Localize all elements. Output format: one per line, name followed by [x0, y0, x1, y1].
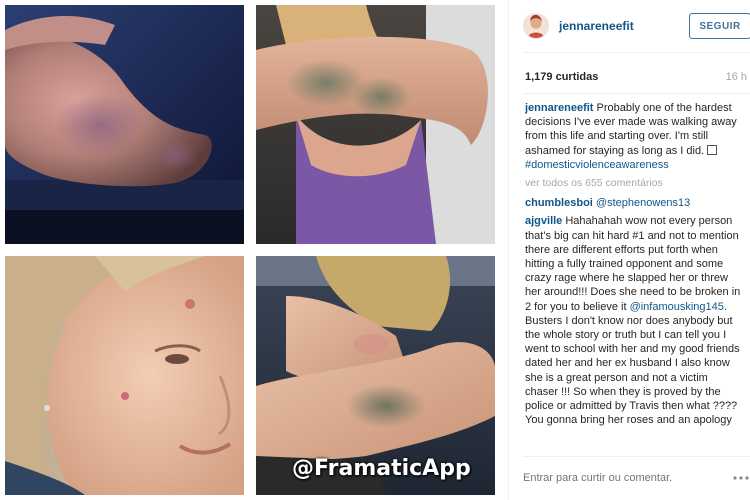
- post-age[interactable]: 16 h: [726, 71, 747, 83]
- post-caption: jennareneefit Probably one of the hardes…: [525, 101, 741, 172]
- framaticapp-watermark: @FramaticApp: [292, 456, 471, 481]
- more-horizontal-icon[interactable]: [731, 471, 750, 485]
- comment-mention-link[interactable]: @stephenowens13: [596, 197, 690, 209]
- comment-text: . Busters I don't know nor does anybody …: [525, 300, 740, 427]
- view-all-comments-link[interactable]: ver todos os 655 comentários: [525, 176, 741, 190]
- emoji-glyph-icon: [707, 144, 718, 155]
- post-stats: 1,179 curtidas 16 h: [525, 71, 750, 83]
- comment-mention-link[interactable]: @infamousking145: [630, 301, 724, 313]
- username-link[interactable]: jennareneefit: [559, 19, 634, 33]
- post-header: jennareneefit SEGUIR: [523, 8, 750, 44]
- photo-collage[interactable]: @FramaticApp: [0, 0, 500, 500]
- header-divider: [523, 52, 750, 53]
- comment-text: Hahahahah wow not every person that's bi…: [525, 215, 741, 313]
- avatar[interactable]: [523, 13, 549, 39]
- hashtag-link[interactable]: #domesticviolenceawareness: [525, 159, 669, 171]
- footer-divider: [523, 456, 750, 457]
- comment-input[interactable]: [523, 472, 713, 484]
- follow-button[interactable]: SEGUIR: [689, 13, 750, 39]
- comment-item: ajgville Hahahahah wow not every person …: [525, 214, 741, 427]
- comment-author-link[interactable]: chumblesboi: [525, 197, 593, 209]
- like-count[interactable]: 1,179 curtidas: [525, 71, 598, 83]
- comment-item: chumblesboi @stephenowens13: [525, 196, 741, 210]
- comments-section[interactable]: jennareneefit Probably one of the hardes…: [525, 101, 741, 451]
- post-sidebar: jennareneefit SEGUIR 1,179 curtidas 16 h…: [508, 0, 750, 500]
- photo-face-closeup: [5, 256, 244, 495]
- caption-author-link[interactable]: jennareneefit: [525, 102, 593, 114]
- comment-author-link[interactable]: ajgville: [525, 215, 562, 227]
- stats-divider: [523, 93, 750, 94]
- photo-bruised-arm: [256, 5, 495, 244]
- comment-footer: [523, 463, 750, 493]
- photo-bruised-ankle: [5, 5, 244, 244]
